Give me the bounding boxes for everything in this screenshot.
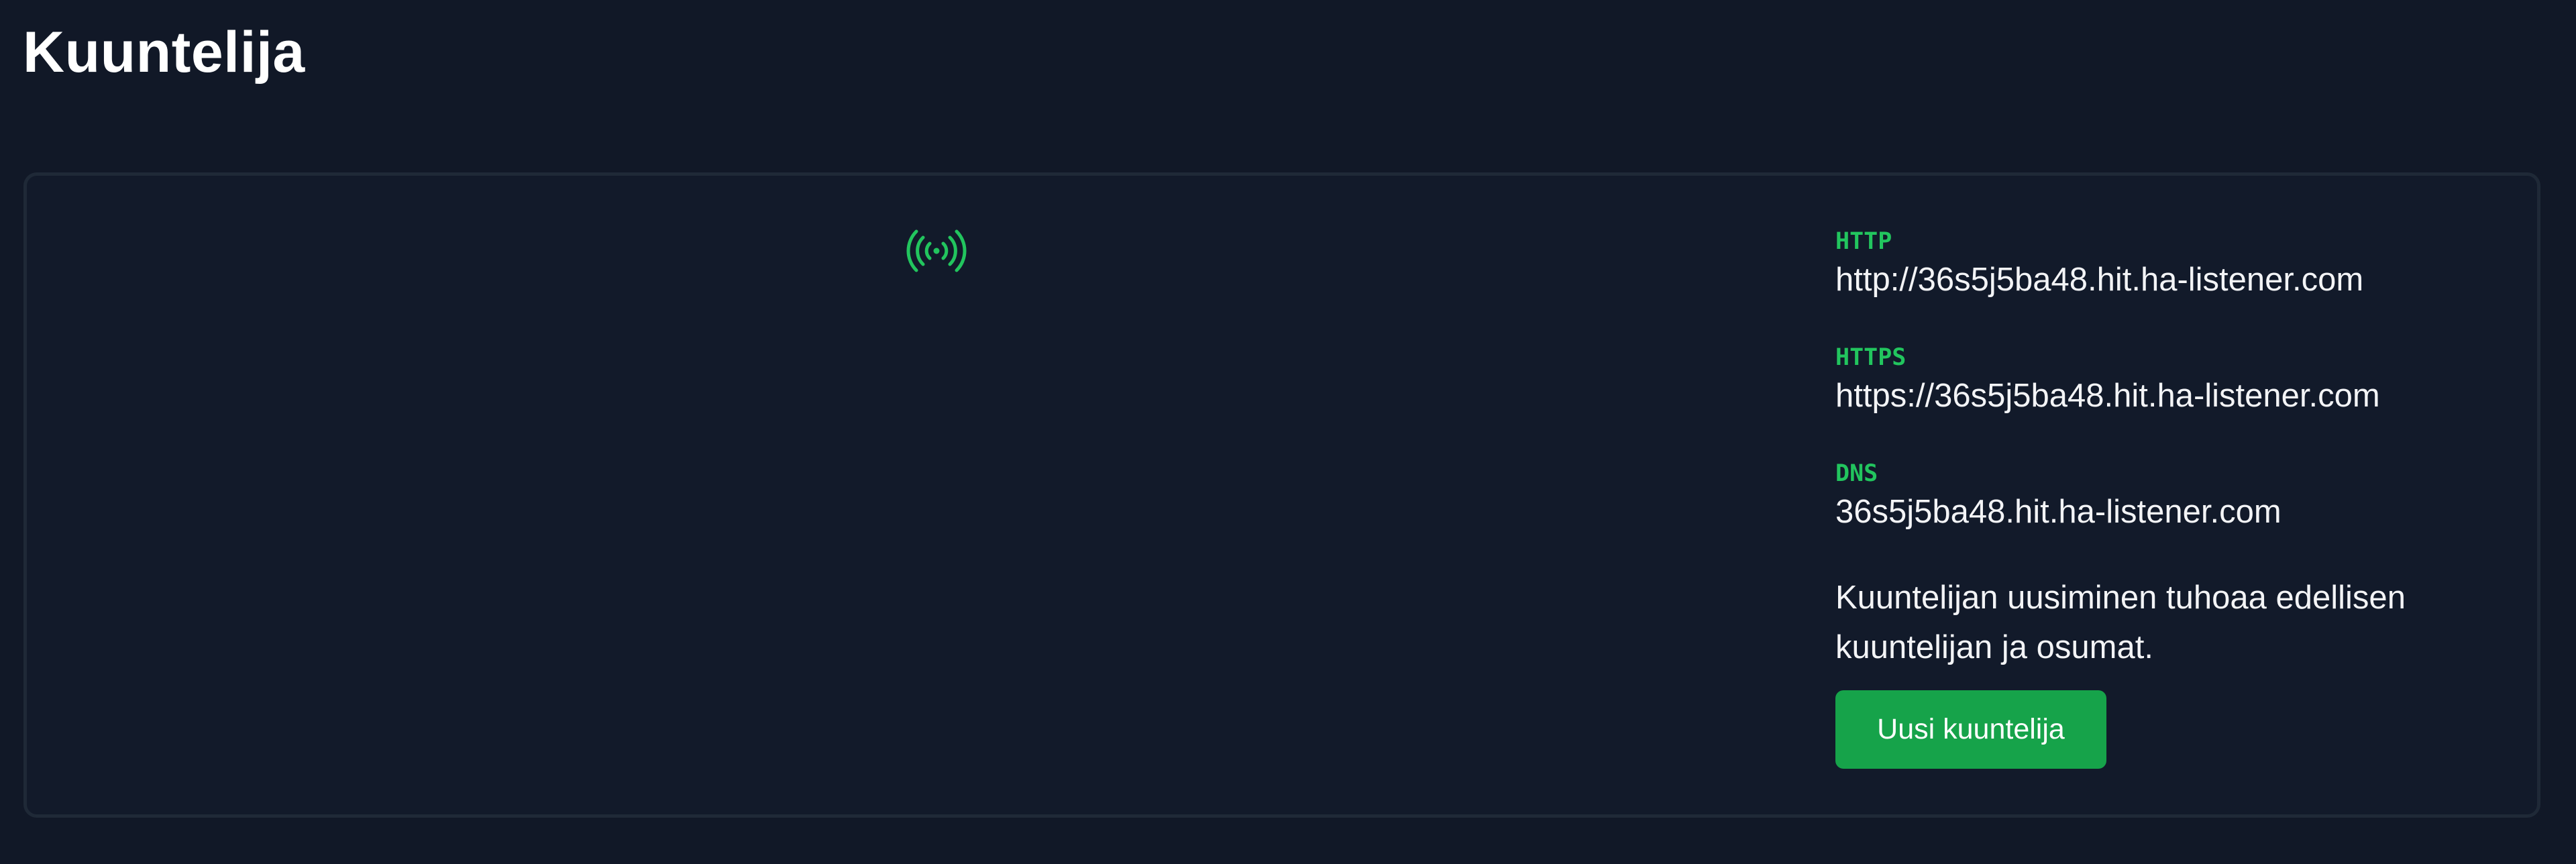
dns-endpoint: DNS 36s5j5ba48.hit.ha-listener.com bbox=[1835, 457, 2282, 534]
broadcast-signal-icon bbox=[906, 229, 967, 272]
http-url: http://36s5j5ba48.hit.ha-listener.com bbox=[1835, 262, 2364, 298]
http-label: HTTP bbox=[1835, 228, 1892, 255]
new-listener-button[interactable]: Uusi kuuntelija bbox=[1835, 690, 2106, 769]
page-title: Kuuntelija bbox=[23, 20, 305, 85]
https-endpoint: HTTPS https://36s5j5ba48.hit.ha-listener… bbox=[1835, 341, 2380, 418]
renew-warning: Kuuntelijan uusiminen tuhoaa edellisen k… bbox=[1835, 580, 2406, 665]
dns-hostname: 36s5j5ba48.hit.ha-listener.com bbox=[1835, 494, 2282, 530]
http-endpoint: HTTP http://36s5j5ba48.hit.ha-listener.c… bbox=[1835, 225, 2363, 302]
https-label: HTTPS bbox=[1835, 344, 1907, 371]
https-url: https://36s5j5ba48.hit.ha-listener.com bbox=[1835, 378, 2380, 414]
dns-label: DNS bbox=[1835, 460, 1878, 487]
listener-page: Kuuntelija HTTP http://36s5j5ba48.hit.ha… bbox=[0, 0, 2576, 864]
